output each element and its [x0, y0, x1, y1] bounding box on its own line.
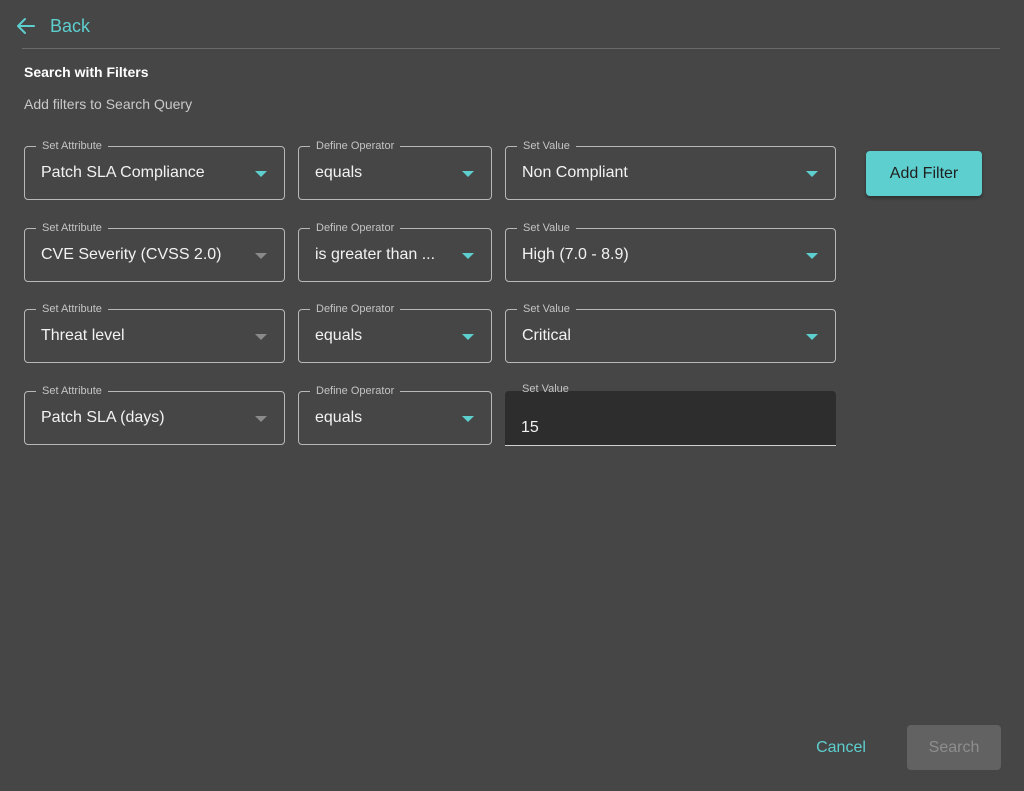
value-label: Set Value	[522, 383, 569, 395]
caret-down-icon	[255, 253, 267, 259]
operator-select[interactable]: Define Operator equals	[298, 138, 492, 200]
caret-down-icon	[806, 171, 818, 177]
value-label: Set Value	[517, 220, 576, 236]
value-select[interactable]: Set Value High (7.0 - 8.9)	[505, 220, 836, 282]
operator-value: equals	[315, 164, 363, 181]
cancel-button[interactable]: Cancel	[800, 726, 882, 770]
operator-select[interactable]: Define Operator is greater than ...	[298, 220, 492, 282]
attribute-value: CVE Severity (CVSS 2.0)	[41, 246, 222, 263]
value-value: High (7.0 - 8.9)	[522, 246, 629, 263]
caret-down-icon	[255, 334, 267, 340]
attribute-select[interactable]: Set Attribute CVE Severity (CVSS 2.0)	[24, 220, 285, 282]
attribute-label: Set Attribute	[36, 220, 108, 236]
value-select[interactable]: Set Value Non Compliant	[505, 138, 836, 200]
header-divider	[22, 48, 1000, 49]
value-field: Set Value	[505, 383, 836, 446]
attribute-select[interactable]: Set Attribute Patch SLA Compliance	[24, 138, 285, 200]
operator-label: Define Operator	[310, 301, 401, 317]
value-value: Critical	[522, 327, 571, 344]
operator-label: Define Operator	[310, 383, 401, 399]
filter-row-2: Set Attribute CVE Severity (CVSS 2.0) De…	[0, 220, 1024, 284]
attribute-value: Threat level	[41, 327, 125, 344]
filter-row-3: Set Attribute Threat level Define Operat…	[0, 301, 1024, 365]
back-label: Back	[50, 15, 91, 36]
caret-down-icon	[806, 334, 818, 340]
operator-value: equals	[315, 327, 363, 344]
operator-select[interactable]: Define Operator equals	[298, 301, 492, 363]
attribute-select[interactable]: Set Attribute Threat level	[24, 301, 285, 363]
attribute-value: Patch SLA Compliance	[41, 164, 205, 181]
arrow-left-icon	[17, 18, 35, 34]
caret-down-icon	[462, 253, 474, 259]
attribute-value: Patch SLA (days)	[41, 409, 165, 426]
page-title: Search with Filters	[24, 64, 149, 80]
back-button[interactable]: Back	[16, 12, 90, 40]
attribute-select[interactable]: Set Attribute Patch SLA (days)	[24, 383, 285, 445]
operator-select[interactable]: Define Operator equals	[298, 383, 492, 445]
operator-value: equals	[315, 409, 363, 426]
caret-down-icon	[462, 334, 474, 340]
header: Back	[0, 0, 1024, 50]
caret-down-icon	[806, 253, 818, 259]
caret-down-icon	[462, 171, 474, 177]
value-label: Set Value	[517, 301, 576, 317]
caret-down-icon	[462, 416, 474, 422]
value-select[interactable]: Set Value Critical	[505, 301, 836, 363]
add-filter-button[interactable]: Add Filter	[866, 151, 982, 196]
filter-row-4: Set Attribute Patch SLA (days) Define Op…	[0, 383, 1024, 447]
operator-label: Define Operator	[310, 138, 401, 154]
operator-label: Define Operator	[310, 220, 401, 236]
page-subtitle: Add filters to Search Query	[24, 96, 193, 112]
attribute-label: Set Attribute	[36, 301, 108, 317]
operator-value: is greater than ...	[315, 246, 436, 263]
attribute-label: Set Attribute	[36, 383, 108, 399]
caret-down-icon	[255, 171, 267, 177]
value-input[interactable]	[521, 419, 811, 437]
search-button[interactable]: Search	[907, 725, 1001, 770]
caret-down-icon	[255, 416, 267, 422]
value-label: Set Value	[517, 138, 576, 154]
value-value: Non Compliant	[522, 164, 628, 181]
attribute-label: Set Attribute	[36, 138, 108, 154]
